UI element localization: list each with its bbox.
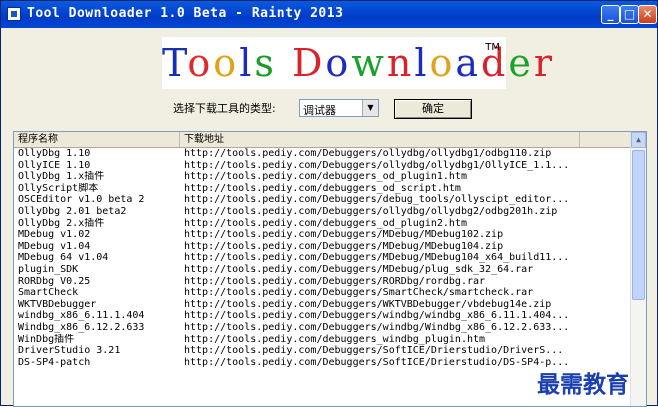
- download-url-cell: http://tools.pediy.com/Debuggers/SmartCh…: [184, 287, 534, 299]
- list-rows: OllyDbg 1.10 http://tools.pediy.com/Debug…: [14, 148, 646, 368]
- table-row[interactable]: MDebug v1.02 http://tools.pediy.com/Debug…: [14, 229, 646, 241]
- tool-type-select[interactable]: 调试器 ▼: [299, 99, 379, 117]
- confirm-button[interactable]: 确定: [394, 99, 472, 119]
- table-row[interactable]: OSCEditor v1.0 beta 2 http://tools.pediy.…: [14, 194, 646, 206]
- download-url-cell: http://tools.pediy.com/Debuggers/WKTVBDe…: [184, 298, 552, 310]
- download-url-cell: http://tools.pediy.com/Debuggers/RORDbg/…: [184, 275, 486, 287]
- table-row[interactable]: WinDbg插件 http://tools.pediy.com/debuggers…: [14, 334, 646, 346]
- logo-letter: [277, 41, 292, 85]
- program-name-cell: OllyDbg 2.x插件: [18, 217, 105, 229]
- download-url-cell: http://tools.pediy.com/debuggers_od_plug…: [184, 171, 467, 183]
- tool-type-selected-value: 调试器: [303, 104, 336, 117]
- logo-letter: l: [414, 41, 430, 85]
- logo-letter: w: [351, 41, 387, 85]
- program-name-cell: MDebug v1.04: [18, 240, 91, 252]
- table-row[interactable]: DriverStudio 3.21 http://tools.pediy.com/…: [14, 345, 646, 357]
- program-name-cell: Windbg_x86_6.12.2.633: [18, 321, 145, 333]
- table-row[interactable]: Windbg_x86_6.12.2.633 http://tools.pediy.…: [14, 322, 646, 334]
- download-url-cell: http://tools.pediy.com/debuggers_windbg_…: [184, 333, 486, 345]
- column-header-name[interactable]: 程序名称: [14, 132, 180, 147]
- program-name-cell: WKTVBDebugger: [18, 298, 97, 310]
- logo-letter: l: [239, 41, 255, 85]
- app-window: Tool Downloader 1.0 Beta - Rainty 2013 _…: [0, 0, 658, 407]
- table-row[interactable]: MDebug 64 v1.04 http://tools.pediy.com/De…: [14, 252, 646, 264]
- download-url-cell: http://tools.pediy.com/Debuggers/ollydbg…: [184, 205, 558, 217]
- tools-downloader-logo: Tools Downloader TM: [162, 37, 552, 89]
- logo-letter: D: [291, 41, 326, 85]
- table-row[interactable]: OllyDbg 2.x插件 http://tools.pediy.com/debu…: [14, 218, 646, 230]
- tool-type-label: 选择下载工具的类型:: [173, 102, 276, 115]
- logo-letter: e: [508, 41, 534, 85]
- table-row[interactable]: WKTVBDebugger http://tools.pediy.com/Debu…: [14, 299, 646, 311]
- column-header-url[interactable]: 下载地址: [180, 132, 580, 147]
- download-url-cell: http://tools.pediy.com/Debuggers/MDebug/…: [184, 263, 534, 275]
- logo-letter: T: [162, 41, 188, 85]
- table-row[interactable]: SmartCheck http://tools.pediy.com/Debugge…: [14, 287, 646, 299]
- table-row[interactable]: MDebug v1.04 http://tools.pediy.com/Debug…: [14, 241, 646, 253]
- logo-letter: o: [325, 41, 352, 85]
- logo-letter: r: [533, 41, 556, 85]
- program-name-cell: WinDbg插件: [18, 333, 75, 345]
- trademark-symbol: TM: [485, 42, 500, 53]
- program-name-cell: RORDbg V0.25: [18, 275, 91, 287]
- download-url-cell: http://tools.pediy.com/Debuggers/SoftICE…: [184, 345, 564, 357]
- table-row[interactable]: OllyDbg 1.x插件 http://tools.pediy.com/debu…: [14, 171, 646, 183]
- download-url-cell: http://tools.pediy.com/debuggers_od_plug…: [184, 217, 467, 229]
- watermark-text: 最需教育: [537, 371, 629, 398]
- download-url-cell: http://tools.pediy.com/Debuggers/MDebug/…: [184, 229, 504, 241]
- logo-letter: o: [429, 41, 456, 85]
- column-header-filler: [580, 132, 630, 147]
- app-icon: [7, 7, 21, 21]
- program-name-cell: MDebug v1.02: [18, 229, 91, 241]
- program-name-cell: OllyDbg 1.x插件: [18, 171, 105, 183]
- scroll-up-arrow-icon[interactable]: ▲: [631, 132, 646, 148]
- table-row[interactable]: OllyDbg 1.10 http://tools.pediy.com/Debug…: [14, 148, 646, 160]
- program-name-cell: plugin_SDK: [18, 263, 79, 275]
- program-name-cell: OllyICE 1.10: [18, 159, 91, 171]
- list-header: 程序名称 下载地址: [14, 132, 646, 148]
- download-url-cell: http://tools.pediy.com/Debuggers/windbg/…: [184, 321, 570, 333]
- program-name-cell: OllyDbg 2.01 beta2: [18, 205, 127, 217]
- program-name-cell: MDebug 64 v1.04: [18, 252, 109, 264]
- program-name-cell: windbg_x86_6.11.1.404: [18, 310, 145, 322]
- download-url-cell: http://tools.pediy.com/Debuggers/ollydbg…: [184, 148, 552, 159]
- download-url-cell: http://tools.pediy.com/Debuggers/MDebug/…: [184, 240, 504, 252]
- download-url-cell: http://tools.pediy.com/debuggers_od_scri…: [184, 182, 461, 194]
- table-row[interactable]: OllyICE 1.10 http://tools.pediy.com/Debug…: [14, 160, 646, 172]
- maximize-button[interactable]: □: [620, 5, 639, 24]
- scrollbar-thumb[interactable]: [632, 150, 645, 300]
- window-title: Tool Downloader 1.0 Beta - Rainty 2013: [27, 6, 344, 21]
- download-url-cell: http://tools.pediy.com/Debuggers/ollydbg…: [184, 159, 570, 171]
- logo-letter: a: [455, 41, 482, 85]
- close-button[interactable]: ✕: [638, 5, 657, 24]
- dropdown-arrow-icon[interactable]: ▼: [362, 100, 378, 116]
- logo-letter: n: [386, 41, 415, 85]
- program-name-cell: OllyDbg 1.10: [18, 148, 91, 159]
- minimize-button[interactable]: _: [601, 5, 620, 24]
- program-name-cell: SmartCheck: [18, 287, 79, 299]
- download-url-cell: http://tools.pediy.com/Debuggers/debug_t…: [184, 194, 570, 206]
- table-row[interactable]: windbg_x86_6.11.1.404 http://tools.pediy.…: [14, 310, 646, 322]
- table-row[interactable]: OllyScript脚本 http://tools.pediy.com/debug…: [14, 183, 646, 195]
- table-row[interactable]: OllyDbg 2.01 beta2 http://tools.pediy.com…: [14, 206, 646, 218]
- logo-letter: o: [213, 41, 240, 85]
- table-row[interactable]: plugin_SDK http://tools.pediy.com/Debugge…: [14, 264, 646, 276]
- download-url-cell: http://tools.pediy.com/Debuggers/windbg/…: [184, 310, 570, 322]
- vertical-scrollbar[interactable]: ▲: [630, 132, 646, 406]
- title-bar[interactable]: Tool Downloader 1.0 Beta - Rainty 2013 _…: [1, 1, 657, 28]
- program-name-cell: DriverStudio 3.21: [18, 345, 121, 357]
- program-name-cell: DS-SP4-patch: [18, 356, 91, 368]
- logo-letter: o: [187, 41, 214, 85]
- program-name-cell: OllyScript脚本: [18, 182, 99, 194]
- program-name-cell: OSCEditor v1.0 beta 2: [18, 194, 145, 206]
- table-row[interactable]: RORDbg V0.25 http://tools.pediy.com/Debug…: [14, 276, 646, 288]
- download-url-cell: http://tools.pediy.com/Debuggers/MDebug/…: [184, 252, 570, 264]
- logo-letter: s: [254, 41, 277, 85]
